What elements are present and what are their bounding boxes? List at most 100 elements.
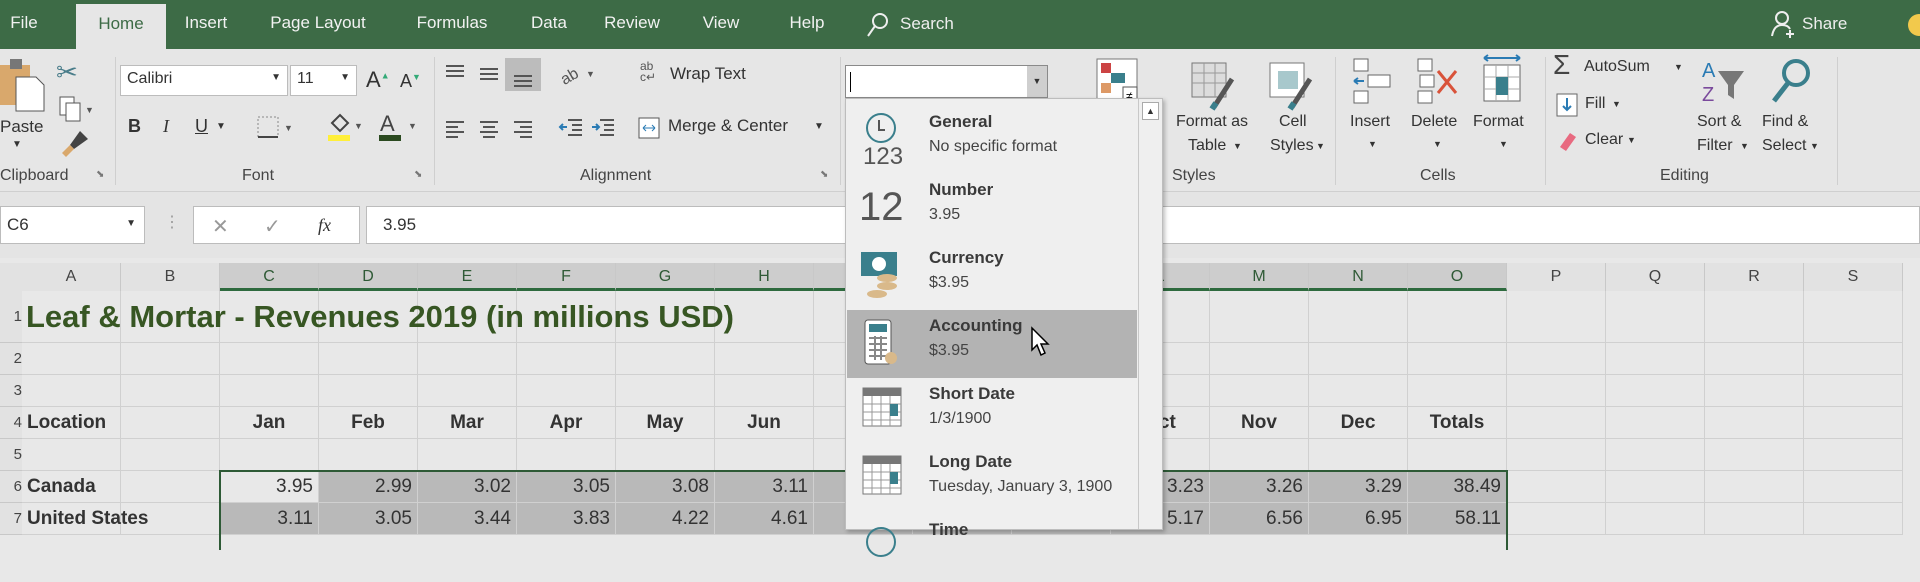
cell-C2[interactable]	[220, 343, 319, 375]
decrease-font-size-icon[interactable]: A▼	[400, 71, 421, 92]
italic-button[interactable]: I	[163, 116, 169, 137]
cell-B6[interactable]	[121, 471, 220, 503]
cell-E5[interactable]	[418, 439, 517, 471]
row-header-1[interactable]: 1	[0, 291, 22, 343]
autosum-icon[interactable]: Σ	[1553, 49, 1570, 81]
cell-A2[interactable]	[22, 343, 121, 375]
cell-A4[interactable]: Location	[22, 407, 121, 439]
cell-R6[interactable]	[1705, 471, 1804, 503]
eraser-icon[interactable]	[1556, 129, 1578, 153]
borders-icon[interactable]: ▼	[256, 115, 296, 141]
insert-cells-icon[interactable]	[1352, 57, 1396, 105]
tab-insert[interactable]: Insert	[172, 0, 240, 49]
number-format-input[interactable]: ▼	[845, 65, 1048, 98]
chevron-down-icon[interactable]: ▼	[1674, 62, 1683, 72]
cell-Q4[interactable]	[1606, 407, 1705, 439]
cell-B3[interactable]	[121, 375, 220, 407]
underline-button[interactable]: U	[195, 116, 208, 137]
sort-filter-label-2[interactable]: Filter	[1697, 137, 1733, 155]
column-header-A[interactable]: A	[22, 263, 121, 291]
row-header-6[interactable]: 6	[0, 471, 22, 503]
cell-P6[interactable]	[1507, 471, 1606, 503]
cell-styles-label-1[interactable]: Cell	[1279, 113, 1307, 131]
row-header-3[interactable]: 3	[0, 375, 22, 407]
cell-styles-icon[interactable]	[1268, 61, 1316, 111]
find-select-label-1[interactable]: Find &	[1762, 113, 1808, 131]
tab-file[interactable]: File	[0, 0, 48, 49]
delete-cells-icon[interactable]	[1416, 57, 1460, 105]
cell-R2[interactable]	[1705, 343, 1804, 375]
chevron-down-icon[interactable]: ▼	[1433, 139, 1442, 149]
cell-S2[interactable]	[1804, 343, 1903, 375]
bottom-align-button[interactable]	[505, 58, 541, 91]
cell-F4[interactable]: Apr	[517, 407, 616, 439]
chevron-down-icon[interactable]: ▼	[1027, 66, 1047, 97]
cell-M4[interactable]: Nov	[1210, 407, 1309, 439]
enter-check-icon[interactable]: ✓	[264, 214, 281, 239]
tab-formulas[interactable]: Formulas	[396, 0, 508, 49]
cell-S4[interactable]	[1804, 407, 1903, 439]
cell-F3[interactable]	[517, 375, 616, 407]
cell-O3[interactable]	[1408, 375, 1507, 407]
find-select-label-2[interactable]: Select	[1762, 137, 1806, 155]
clear-button[interactable]: Clear	[1585, 131, 1623, 149]
font-size-select[interactable]: 11 ▼	[290, 65, 357, 96]
tab-home[interactable]: Home	[76, 4, 166, 51]
cell-B5[interactable]	[121, 439, 220, 471]
cell-F2[interactable]	[517, 343, 616, 375]
cell-A6[interactable]: Canada	[22, 471, 121, 503]
fill-color-icon[interactable]: ▼	[326, 111, 366, 143]
format-option-currency[interactable]: Currency $3.95	[847, 242, 1137, 310]
decrease-indent-icon[interactable]	[558, 117, 584, 139]
tab-view[interactable]: View	[690, 0, 752, 49]
cell-N1[interactable]	[1309, 291, 1408, 343]
cell-R7[interactable]	[1705, 503, 1804, 535]
column-header-E[interactable]: E	[418, 263, 517, 291]
cell-D3[interactable]	[319, 375, 418, 407]
cell-D4[interactable]: Feb	[319, 407, 418, 439]
row-header-7[interactable]: 7	[0, 503, 22, 535]
find-select-icon[interactable]	[1770, 57, 1814, 107]
align-left-icon[interactable]	[444, 119, 466, 139]
menu-scrollbar[interactable]: ▲	[1138, 99, 1162, 529]
column-header-P[interactable]: P	[1507, 263, 1606, 291]
dialog-launcher-icon[interactable]: ⬊	[820, 169, 828, 180]
cell-M3[interactable]	[1210, 375, 1309, 407]
tab-data[interactable]: Data	[516, 0, 582, 49]
share-button[interactable]: Share	[1770, 10, 1860, 40]
cell-Q2[interactable]	[1606, 343, 1705, 375]
align-right-icon[interactable]	[512, 119, 534, 139]
column-header-O[interactable]: O	[1408, 263, 1507, 291]
cell-S1[interactable]	[1804, 291, 1903, 343]
cell-O4[interactable]: Totals	[1408, 407, 1507, 439]
dialog-launcher-icon[interactable]: ⬊	[414, 169, 422, 180]
column-header-Q[interactable]: Q	[1606, 263, 1705, 291]
sort-filter-label-1[interactable]: Sort &	[1697, 113, 1741, 131]
cell-P7[interactable]	[1507, 503, 1606, 535]
column-header-R[interactable]: R	[1705, 263, 1804, 291]
format-painter-icon[interactable]	[60, 129, 90, 159]
column-header-F[interactable]: F	[517, 263, 616, 291]
row-header-5[interactable]: 5	[0, 439, 22, 471]
cell-styles-label-2[interactable]: Styles	[1270, 137, 1314, 155]
format-option-accounting[interactable]: Accounting $3.95	[847, 310, 1137, 378]
cell-R3[interactable]	[1705, 375, 1804, 407]
format-as-table-icon[interactable]	[1190, 61, 1238, 111]
scroll-up-icon[interactable]: ▲	[1142, 102, 1159, 120]
cell-R1[interactable]	[1705, 291, 1804, 343]
cell-P4[interactable]	[1507, 407, 1606, 439]
cell-M1[interactable]	[1210, 291, 1309, 343]
orientation-icon[interactable]: ab ▼	[558, 61, 598, 87]
cell-Q3[interactable]	[1606, 375, 1705, 407]
cell-G5[interactable]	[616, 439, 715, 471]
cell-N2[interactable]	[1309, 343, 1408, 375]
cell-N5[interactable]	[1309, 439, 1408, 471]
merge-center-button[interactable]: Merge & Center ▼	[638, 113, 824, 143]
column-header-C[interactable]: C	[220, 263, 319, 291]
increase-font-size-icon[interactable]: A▲	[366, 67, 390, 93]
cell-E3[interactable]	[418, 375, 517, 407]
format-option-number[interactable]: 12 Number 3.95	[847, 174, 1137, 242]
cell-C4[interactable]: Jan	[220, 407, 319, 439]
cell-R5[interactable]	[1705, 439, 1804, 471]
cell-B4[interactable]	[121, 407, 220, 439]
